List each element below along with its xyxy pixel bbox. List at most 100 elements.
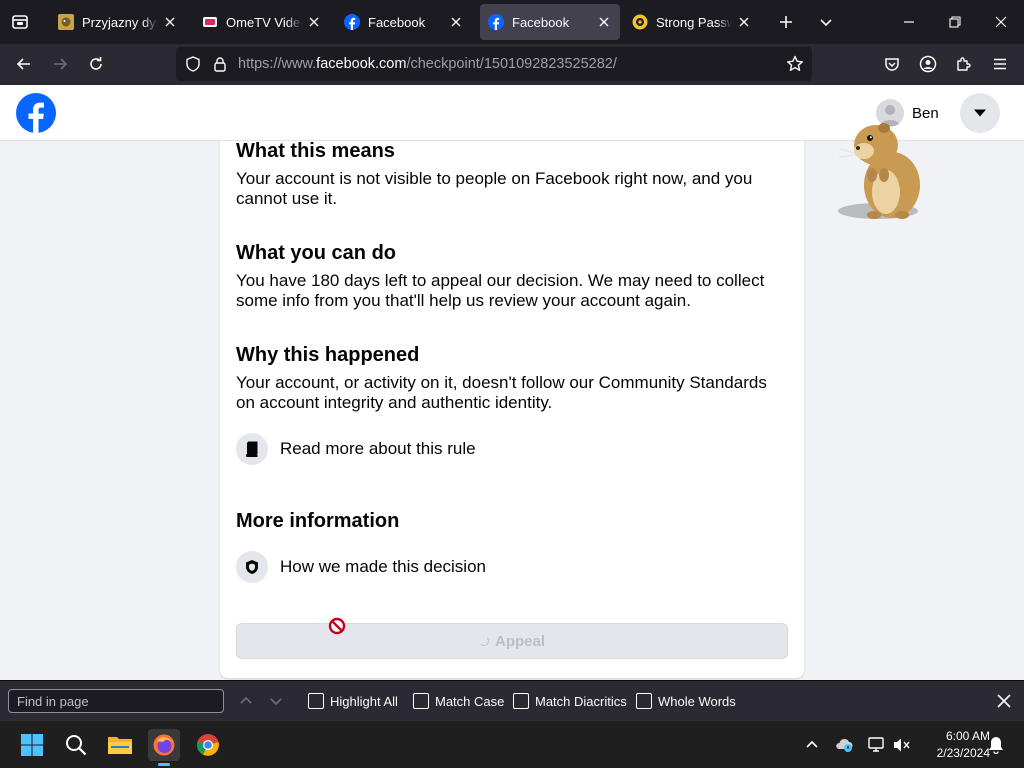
close-tab-icon[interactable]: [596, 14, 612, 30]
tab-strip: Przyjazny dysk i OmeTV Video C Facebook …: [0, 0, 1024, 44]
match-diacritics-checkbox[interactable]: Match Diacritics: [513, 691, 627, 711]
tab-ometv[interactable]: OmeTV Video C: [194, 4, 330, 40]
arrow-right-icon: [54, 58, 68, 70]
find-previous-button[interactable]: [236, 691, 256, 711]
desktop-pet-hamster-icon[interactable]: [834, 115, 930, 225]
facebook-icon: [488, 14, 504, 30]
address-bar[interactable]: https://www.facebook.com/checkpoint/1501…: [176, 47, 812, 81]
start-button[interactable]: [16, 729, 48, 761]
close-window-button[interactable]: [978, 0, 1024, 44]
clock-date: 2/23/2024: [936, 746, 990, 760]
forward-button[interactable]: [44, 48, 76, 80]
puzzle-icon: [957, 57, 971, 71]
ometv-icon: [202, 14, 218, 30]
firefox-icon: [153, 734, 175, 756]
section-text-why-this-happened: Your account, or activity on it, doesn't…: [236, 373, 767, 412]
network-tray-button[interactable]: [866, 735, 886, 755]
close-find-bar-button[interactable]: [992, 689, 1016, 713]
tab-facebook-1[interactable]: Facebook: [336, 4, 472, 40]
extensions-button[interactable]: [948, 48, 980, 80]
chevron-up-icon: [240, 696, 252, 704]
onedrive-tray-button[interactable]: [834, 735, 854, 755]
search-icon: [66, 735, 87, 756]
section-text-what-this-means: Your account is not visible to people on…: [236, 169, 753, 208]
search-button[interactable]: [60, 729, 92, 761]
match-case-checkbox[interactable]: Match Case: [413, 691, 504, 711]
network-icon: [868, 737, 884, 752]
chevron-down-icon: [820, 19, 832, 27]
url-path: /checkpoint/1501092823525282/: [406, 56, 617, 72]
taskbar-clock[interactable]: 6:00 AM 2/23/2024: [920, 728, 990, 762]
shield-icon: [236, 551, 268, 583]
firefox-taskbar-button[interactable]: [148, 729, 180, 766]
tab-facebook-active[interactable]: Facebook: [480, 4, 620, 40]
clock-time: 6:00 AM: [945, 729, 990, 743]
checkbox-label: Highlight All: [330, 693, 398, 709]
section-heading-more-information: More information: [236, 510, 400, 532]
cloud-sync-icon: [836, 738, 853, 752]
checkbox: [308, 693, 324, 709]
arrow-left-icon: [16, 58, 30, 70]
account-button[interactable]: [912, 48, 944, 80]
close-icon: [997, 694, 1011, 708]
page-content: Ben What this means Your account is not …: [0, 85, 1024, 680]
windows-logo-icon: [21, 734, 43, 756]
loading-spinner-icon: [478, 636, 489, 646]
pocket-button[interactable]: [876, 48, 908, 80]
tracking-protection-shield-icon[interactable]: [184, 55, 202, 73]
facebook-icon: [344, 14, 360, 30]
volume-muted-icon: [894, 738, 910, 752]
tab-title: Przyjazny dysk i: [82, 14, 158, 30]
tab-strong-password[interactable]: Strong Passwor: [624, 4, 760, 40]
restore-icon: [949, 16, 961, 28]
not-allowed-cursor-icon: [328, 617, 346, 635]
close-tab-icon[interactable]: [448, 14, 464, 30]
back-button[interactable]: [8, 48, 40, 80]
hamburger-menu-icon: [994, 58, 1006, 70]
reload-icon: [90, 57, 102, 70]
account-icon: [919, 55, 937, 73]
find-next-button[interactable]: [266, 691, 286, 711]
password-site-icon: [632, 14, 648, 30]
close-icon: [995, 16, 1007, 28]
account-menu-button[interactable]: [960, 93, 1000, 133]
navigation-toolbar: https://www.facebook.com/checkpoint/1501…: [0, 44, 1024, 85]
chrome-icon: [197, 734, 219, 756]
bookmark-star-icon[interactable]: [786, 55, 804, 73]
url-text[interactable]: https://www.facebook.com/checkpoint/1501…: [238, 56, 617, 72]
chrome-taskbar-button[interactable]: [192, 729, 224, 761]
lock-icon[interactable]: [211, 55, 229, 73]
notifications-button[interactable]: [986, 735, 1006, 755]
find-in-page-input[interactable]: [8, 689, 224, 713]
url-prefix: https://www.: [238, 56, 317, 72]
minimize-button[interactable]: [886, 0, 932, 44]
chevron-up-icon: [806, 740, 818, 748]
checkbox-label: Whole Words: [658, 693, 736, 709]
tab-przyjazny-dysk[interactable]: Przyjazny dysk i: [50, 4, 186, 40]
close-tab-icon[interactable]: [306, 14, 322, 30]
read-more-rule-label: Read more about this rule: [280, 439, 476, 458]
tab-title: Facebook: [512, 14, 570, 30]
section-heading-what-this-means: What this means: [236, 140, 395, 162]
appeal-button[interactable]: Appeal: [236, 623, 788, 659]
restore-button[interactable]: [932, 0, 978, 44]
facebook-logo[interactable]: [16, 93, 56, 133]
how-we-made-decision-link[interactable]: How we made this decision: [236, 551, 486, 583]
firefox-view-button[interactable]: [4, 6, 36, 38]
checkbox: [413, 693, 429, 709]
close-tab-icon[interactable]: [736, 14, 752, 30]
reload-button[interactable]: [80, 48, 112, 80]
whole-words-checkbox[interactable]: Whole Words: [636, 691, 736, 711]
read-more-rule-link[interactable]: Read more about this rule: [236, 433, 476, 465]
firefox-view-icon: [12, 15, 28, 29]
new-tab-button[interactable]: [770, 6, 802, 38]
bell-icon: [989, 737, 1003, 754]
list-all-tabs-button[interactable]: [810, 6, 842, 38]
highlight-all-checkbox[interactable]: Highlight All: [308, 691, 398, 711]
show-hidden-icons-button[interactable]: [802, 735, 822, 755]
file-explorer-button[interactable]: [104, 729, 136, 761]
volume-tray-button[interactable]: [892, 735, 912, 755]
app-menu-button[interactable]: [984, 48, 1016, 80]
close-tab-icon[interactable]: [162, 14, 178, 30]
checkpoint-card: What this means Your account is not visi…: [220, 125, 804, 678]
